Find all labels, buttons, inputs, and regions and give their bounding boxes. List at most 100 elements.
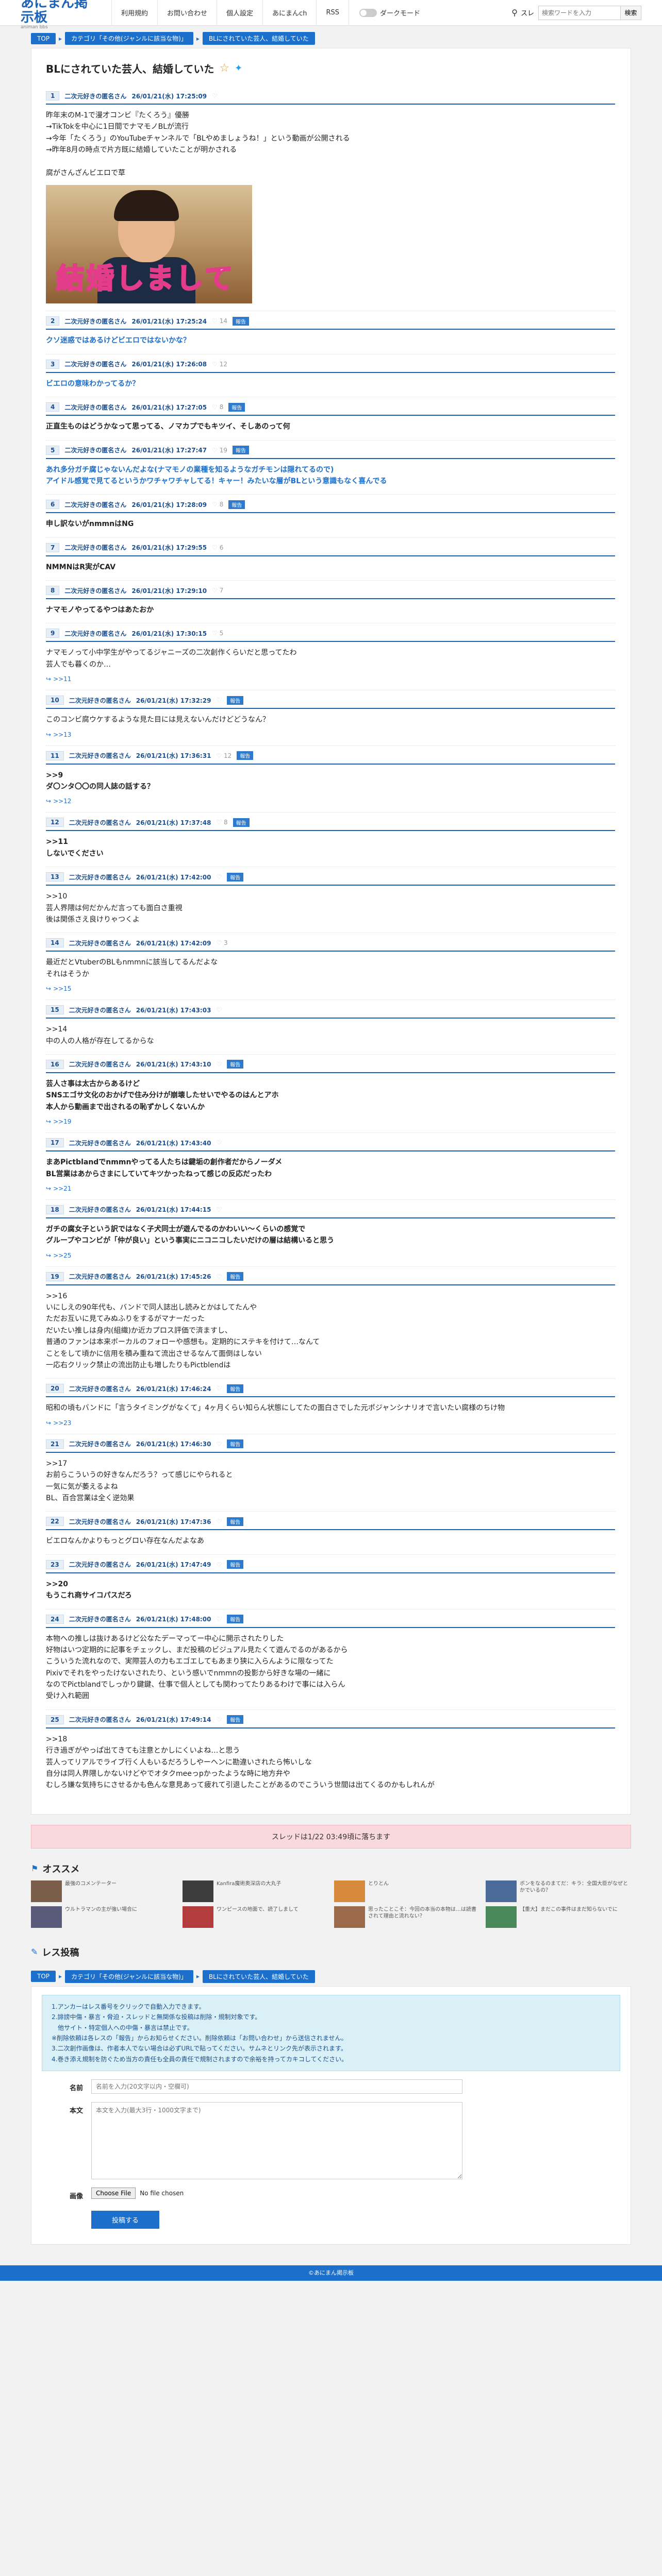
reply-anchor[interactable]: >>21 [53,1185,71,1192]
like-button[interactable]: ♡ 5 [212,630,223,637]
favorite-star-icon[interactable]: ☆ [219,62,229,75]
recommend-item[interactable]: 【重大】まだこの事件はまだ知らないでに [486,1906,631,1928]
like-button[interactable]: ♡ [216,1518,222,1525]
post-number[interactable]: 6 [46,500,60,510]
post-number[interactable]: 16 [46,1059,64,1069]
reply-links[interactable]: ↪ >>25 [46,1252,615,1259]
report-button[interactable]: 報告 [227,696,244,705]
breadcrumb-category[interactable]: カテゴリ「その他(ジャンルに該当な物)」 [65,32,193,45]
like-button[interactable]: ♡ [216,697,222,704]
like-button[interactable]: ♡ [216,1273,222,1280]
post-number[interactable]: 2 [46,316,60,326]
post-number[interactable]: 1 [46,91,60,100]
search-button[interactable]: 検索 [621,5,641,20]
like-button[interactable]: ♡ 7 [212,587,223,594]
like-button[interactable]: ♡ 8 [212,501,223,508]
report-button[interactable]: 報告 [227,1560,244,1569]
report-button[interactable]: 報告 [227,872,244,882]
breadcrumb-top[interactable]: TOP [31,1971,56,1982]
reply-links[interactable]: ↪ >>11 [46,675,615,683]
reply-anchor[interactable]: >>19 [53,1118,71,1125]
post-number[interactable]: 21 [46,1439,64,1449]
post-number[interactable]: 8 [46,586,60,596]
recommend-title[interactable]: Kanfira魔術奥深店の大丸子 [217,1880,281,1887]
post-number[interactable]: 22 [46,1517,64,1527]
post-number[interactable]: 20 [46,1384,64,1394]
reply-anchor[interactable]: >>12 [53,798,71,805]
site-logo[interactable]: あにまん掲示板 animan bbs [21,0,98,30]
reply-anchor[interactable]: >>23 [53,1419,71,1427]
report-button[interactable]: 報告 [227,1615,244,1624]
like-button[interactable]: ♡ 12 [212,361,227,368]
post-number[interactable]: 12 [46,818,64,827]
recommend-title[interactable]: 最強のコメンテーター [65,1880,117,1887]
body-textarea[interactable] [91,2102,462,2180]
recommend-item[interactable]: とりとん [334,1880,479,1902]
nav-rss[interactable]: RSS [316,0,349,26]
like-button[interactable]: ♡ [212,92,218,99]
report-button[interactable]: 報告 [227,1517,244,1526]
report-button[interactable]: 報告 [228,500,245,509]
report-button[interactable]: 報告 [233,818,250,827]
like-button[interactable]: ♡ 19 [212,447,227,454]
recommend-title[interactable]: ボンをなるのまてだ：キラ：全国大臣がなぜとかでいるの？ [520,1880,631,1894]
report-button[interactable]: 報告 [227,1060,244,1069]
recommend-item[interactable]: ウルトラマンの主が強い場合に [31,1906,176,1928]
recommend-title[interactable]: ワンピースの地面で、読了しまして [217,1906,299,1913]
like-button[interactable]: ♡ [216,873,222,880]
like-button[interactable]: ♡ [216,1616,222,1623]
post-number[interactable]: 10 [46,696,64,705]
report-button[interactable]: 報告 [228,402,245,412]
recommend-title[interactable]: 【重大】まだこの事件はまだ知らないでに [520,1906,618,1913]
nav-contact[interactable]: お問い合わせ [157,0,217,26]
report-button[interactable]: 報告 [227,1384,244,1393]
recommend-title[interactable]: ウルトラマンの主が強い場合に [65,1906,137,1913]
recommend-thumbnail[interactable] [486,1906,517,1928]
post-number[interactable]: 3 [46,359,60,369]
like-button[interactable]: ♡ [216,1385,222,1392]
like-button[interactable]: ♡ [216,1006,222,1013]
recommend-title[interactable]: 思ったことこそ：今回の本当の本物は…は読書されて理由と流れない？ [368,1906,479,1920]
like-button[interactable]: ♡ [216,1139,222,1146]
post-number[interactable]: 17 [46,1138,64,1148]
report-button[interactable]: 報告 [232,446,249,455]
report-button[interactable]: 報告 [232,316,249,326]
breadcrumb-thread[interactable]: BLにされていた芸人、結婚していた [202,32,315,45]
post-number[interactable]: 11 [46,751,64,760]
post-number[interactable]: 13 [46,872,64,882]
nav-settings[interactable]: 個人設定 [217,0,262,26]
search-input[interactable] [538,5,621,20]
recommend-title[interactable]: とりとん [368,1880,389,1887]
logo-title[interactable]: あにまん掲示板 [21,0,98,25]
report-button[interactable]: 報告 [227,1272,244,1281]
post-number[interactable]: 4 [46,402,60,412]
post-number[interactable]: 24 [46,1614,64,1624]
post-number[interactable]: 25 [46,1715,64,1724]
nav-animanch[interactable]: あにまんch [262,0,316,26]
post-number[interactable]: 14 [46,938,64,948]
dark-mode-toggle[interactable]: ダークモード [359,8,420,18]
like-button[interactable]: ♡ 14 [212,317,227,325]
breadcrumb-top[interactable]: TOP [31,32,56,44]
search-type-select[interactable]: スレ [521,8,534,18]
like-button[interactable]: ♡ [216,1440,222,1448]
recommend-thumbnail[interactable] [486,1880,517,1902]
like-button[interactable]: ♡ 6 [212,544,223,551]
reply-anchor[interactable]: >>15 [53,985,71,992]
reply-links[interactable]: ↪ >>23 [46,1419,615,1427]
like-button[interactable]: ♡ 8 [212,403,223,411]
like-button[interactable]: ♡ [216,1561,222,1568]
reply-anchor[interactable]: >>13 [53,731,71,738]
report-button[interactable]: 報告 [227,1439,244,1449]
post-number[interactable]: 5 [46,445,60,455]
like-button[interactable]: ♡ 8 [216,819,227,826]
like-button[interactable]: ♡ [216,1206,222,1213]
name-input[interactable] [91,2079,462,2094]
recommend-item[interactable]: 思ったことこそ：今回の本当の本物は…は読書されて理由と流れない？ [334,1906,479,1928]
like-button[interactable]: ♡ 12 [216,752,231,759]
reply-links[interactable]: ↪ >>19 [46,1118,615,1125]
like-button[interactable]: ♡ [216,1716,222,1723]
recommend-thumbnail[interactable] [183,1880,213,1902]
twitter-share-icon[interactable]: ✦ [235,63,242,74]
reply-links[interactable]: ↪ >>21 [46,1185,615,1192]
